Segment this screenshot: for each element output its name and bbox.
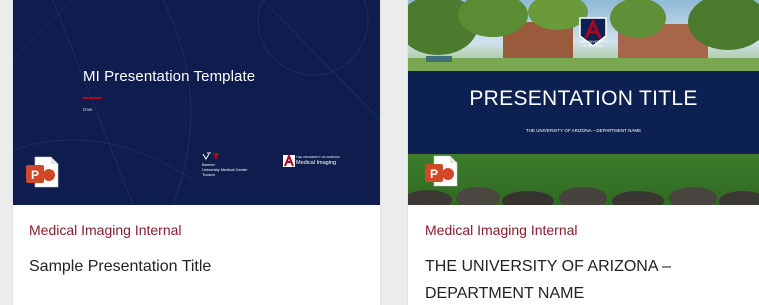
template-thumbnail[interactable]: MI Presentation Template Date P Banner U… — [13, 0, 380, 205]
ua-logo-text: THE UNIVERSITY OF ARIZONA — [578, 40, 608, 48]
card-category[interactable]: Medical Imaging Internal — [425, 222, 743, 238]
card-title[interactable]: THE UNIVERSITY OF ARIZONA – DEPARTMENT N… — [425, 253, 743, 305]
banner-logo-text: Banner University Medical Center Tucson — [202, 162, 248, 177]
card-body: Medical Imaging Internal THE UNIVERSITY … — [408, 205, 759, 305]
banner-health-logo: Banner University Medical Center Tucson — [202, 152, 254, 177]
banner-logo-icon — [202, 152, 219, 160]
slide-title-rule — [83, 97, 102, 99]
slide-title-band — [408, 71, 759, 154]
ua-a-logo-icon — [283, 155, 295, 167]
template-card[interactable]: THE UNIVERSITY OF ARIZONA PRESENTATION T… — [408, 0, 759, 305]
slide-title: MI Presentation Template — [83, 68, 256, 85]
mi-logo-department: Medical Imaging — [296, 160, 337, 166]
campus-photo-rocks — [408, 187, 759, 205]
slide-background-pattern — [13, 0, 380, 205]
template-thumbnail[interactable]: THE UNIVERSITY OF ARIZONA PRESENTATION T… — [408, 0, 759, 205]
slide-subtitle: THE UNIVERSITY OF ARIZONA – DEPARTMENT N… — [525, 128, 642, 133]
card-body: Medical Imaging Internal Sample Presenta… — [13, 205, 380, 280]
card-category[interactable]: Medical Imaging Internal — [29, 222, 364, 238]
svg-text:P: P — [31, 168, 39, 182]
template-gallery: MI Presentation Template Date P Banner U… — [0, 0, 759, 305]
powerpoint-icon: P — [26, 156, 59, 188]
slide-date: Date — [83, 107, 93, 112]
template-card[interactable]: MI Presentation Template Date P Banner U… — [13, 0, 380, 305]
svg-text:P: P — [430, 167, 438, 181]
slide-title: PRESENTATION TITLE — [469, 87, 698, 110]
card-title[interactable]: Sample Presentation Title — [29, 253, 364, 280]
powerpoint-icon: P — [425, 155, 458, 187]
